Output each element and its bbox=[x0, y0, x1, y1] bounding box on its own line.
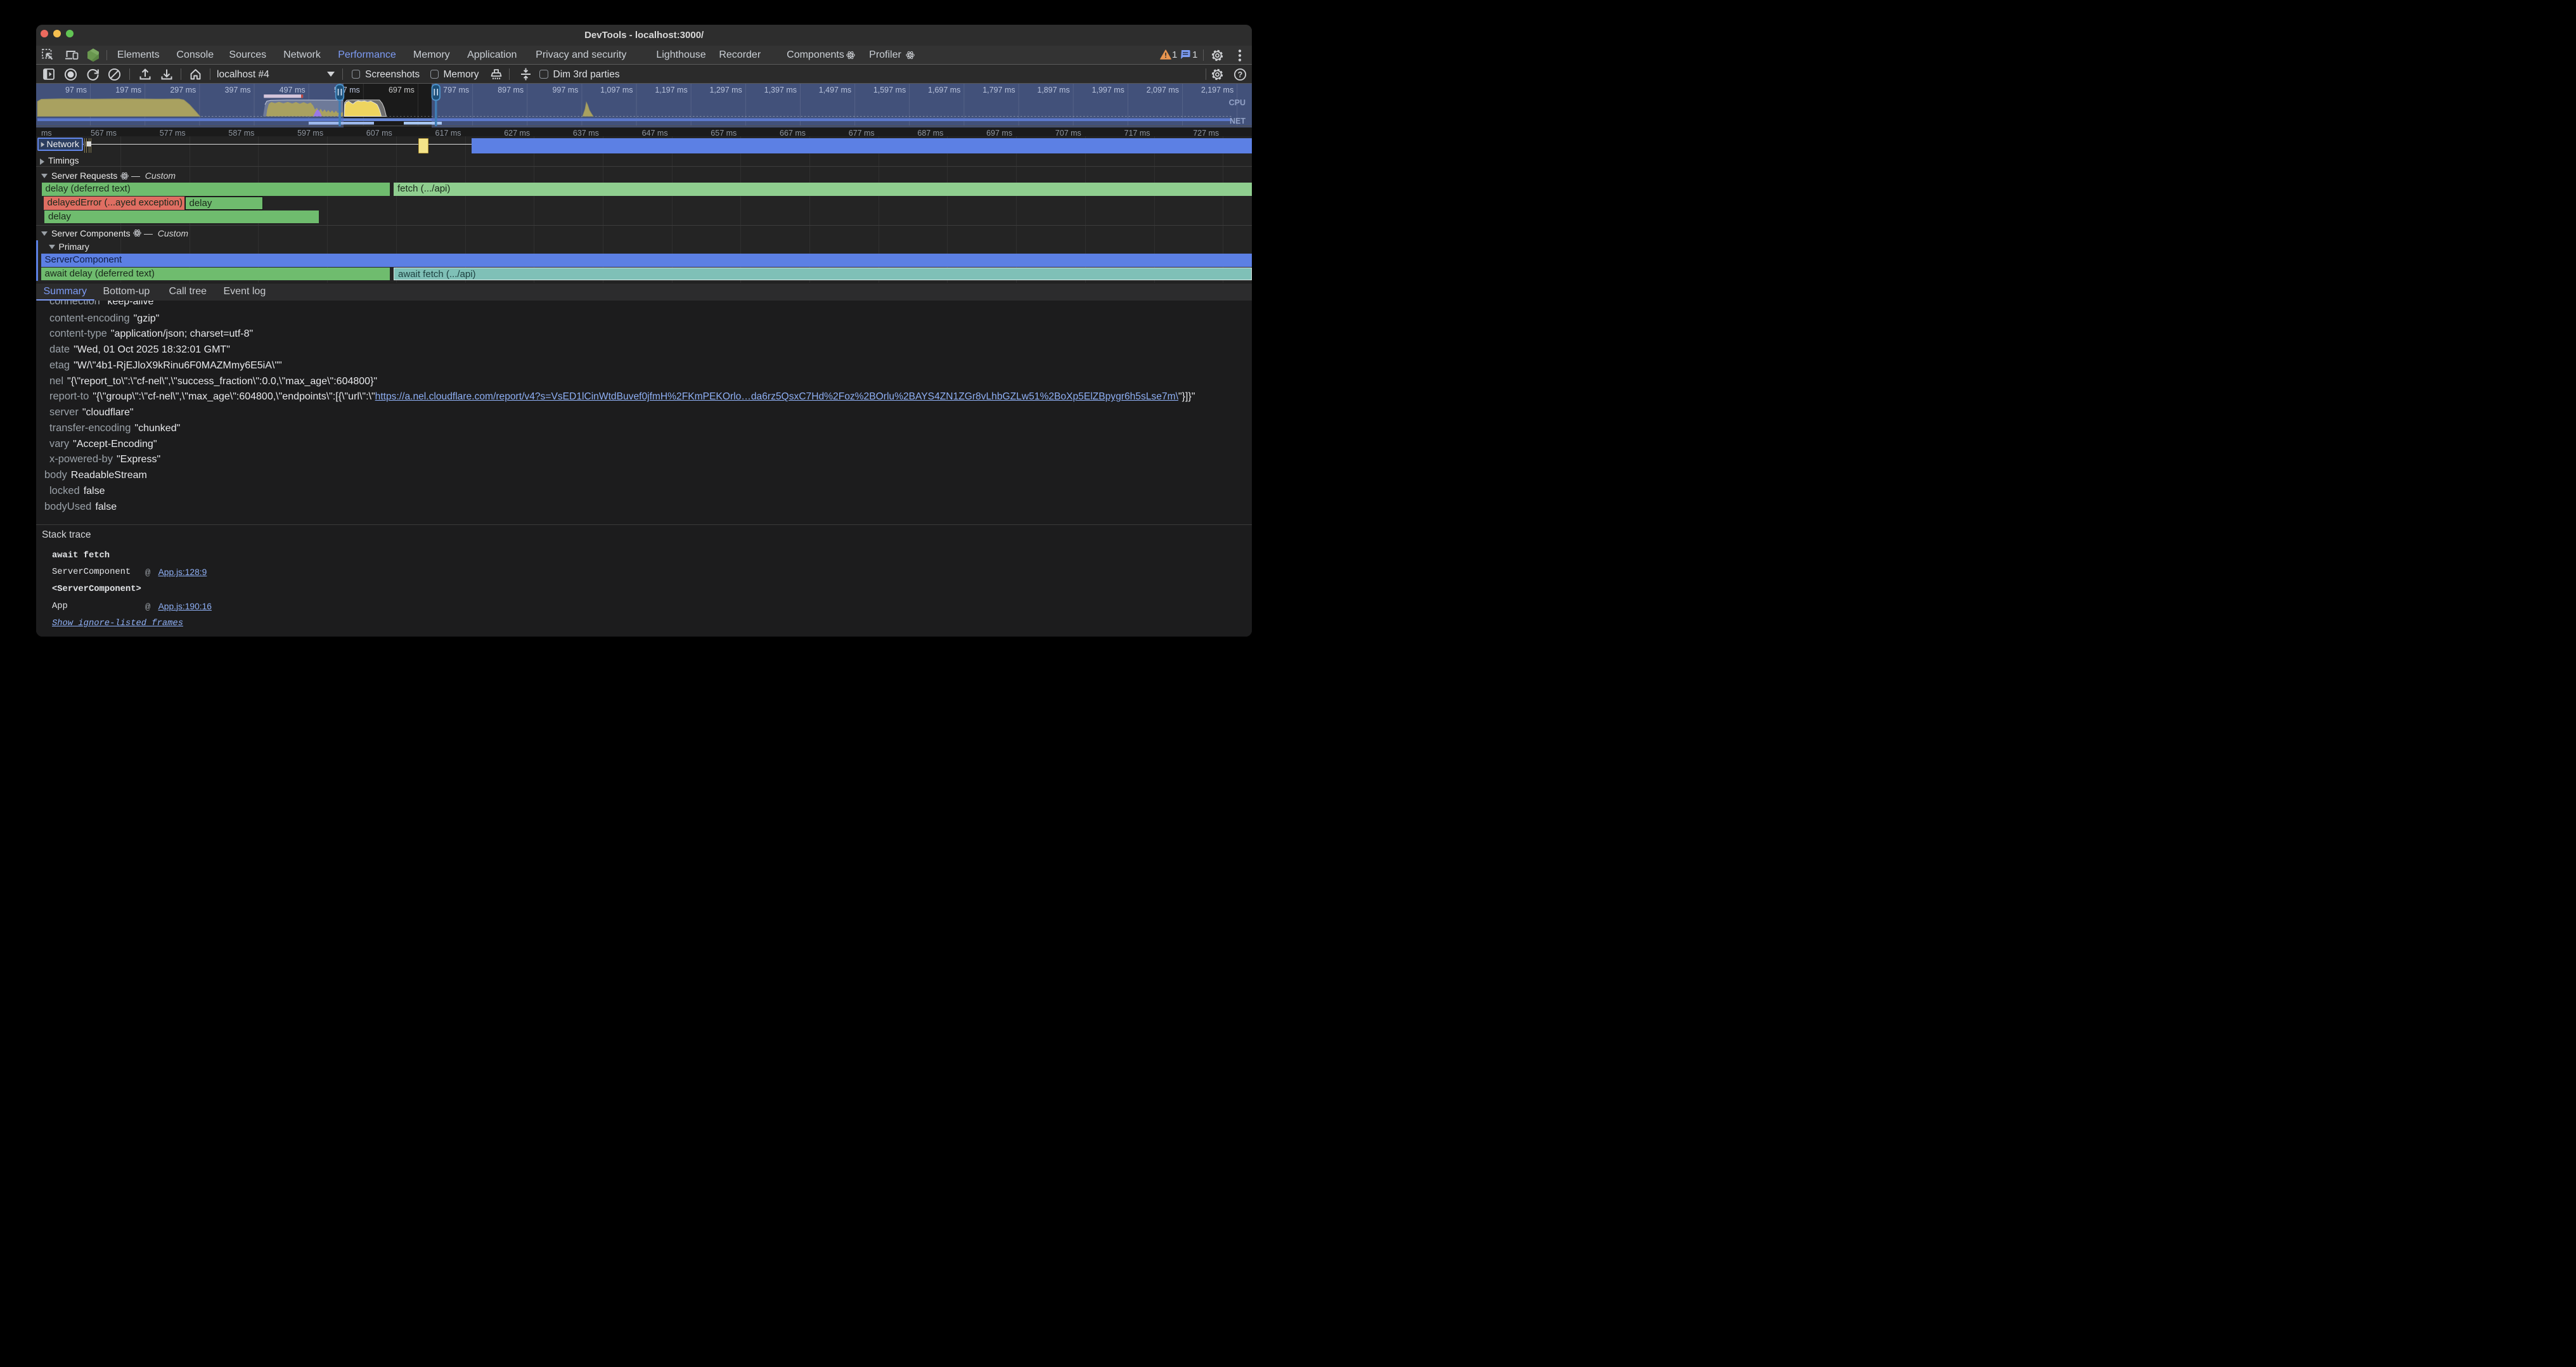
svg-text:CPU: CPU bbox=[1229, 98, 1246, 107]
svg-text:?: ? bbox=[1238, 70, 1243, 79]
svg-text:1,197 ms: 1,197 ms bbox=[655, 86, 687, 94]
svg-text:1,497 ms: 1,497 ms bbox=[819, 86, 851, 94]
svg-text:397 ms: 397 ms bbox=[225, 86, 251, 94]
svg-text:897 ms: 897 ms bbox=[498, 86, 524, 94]
svg-text:1,397 ms: 1,397 ms bbox=[764, 86, 797, 94]
svg-text:1,297 ms: 1,297 ms bbox=[709, 86, 742, 94]
svg-text:697 ms: 697 ms bbox=[389, 86, 415, 94]
svg-text:2,197 ms: 2,197 ms bbox=[1201, 86, 1233, 94]
svg-text:297 ms: 297 ms bbox=[170, 86, 196, 94]
svg-text:2,097 ms: 2,097 ms bbox=[1147, 86, 1179, 94]
svg-text:NET: NET bbox=[1230, 117, 1246, 126]
svg-text:1,597 ms: 1,597 ms bbox=[873, 86, 906, 94]
svg-text:1,897 ms: 1,897 ms bbox=[1037, 86, 1069, 94]
svg-text:97 ms: 97 ms bbox=[65, 86, 87, 94]
svg-text:1,697 ms: 1,697 ms bbox=[928, 86, 960, 94]
svg-text:797 ms: 797 ms bbox=[443, 86, 469, 94]
svg-text:1,097 ms: 1,097 ms bbox=[600, 86, 633, 94]
svg-text:997 ms: 997 ms bbox=[552, 86, 578, 94]
svg-text:197 ms: 197 ms bbox=[115, 86, 141, 94]
svg-text:497 ms: 497 ms bbox=[280, 86, 306, 94]
svg-text:1,797 ms: 1,797 ms bbox=[982, 86, 1015, 94]
svg-text:1,997 ms: 1,997 ms bbox=[1092, 86, 1124, 94]
